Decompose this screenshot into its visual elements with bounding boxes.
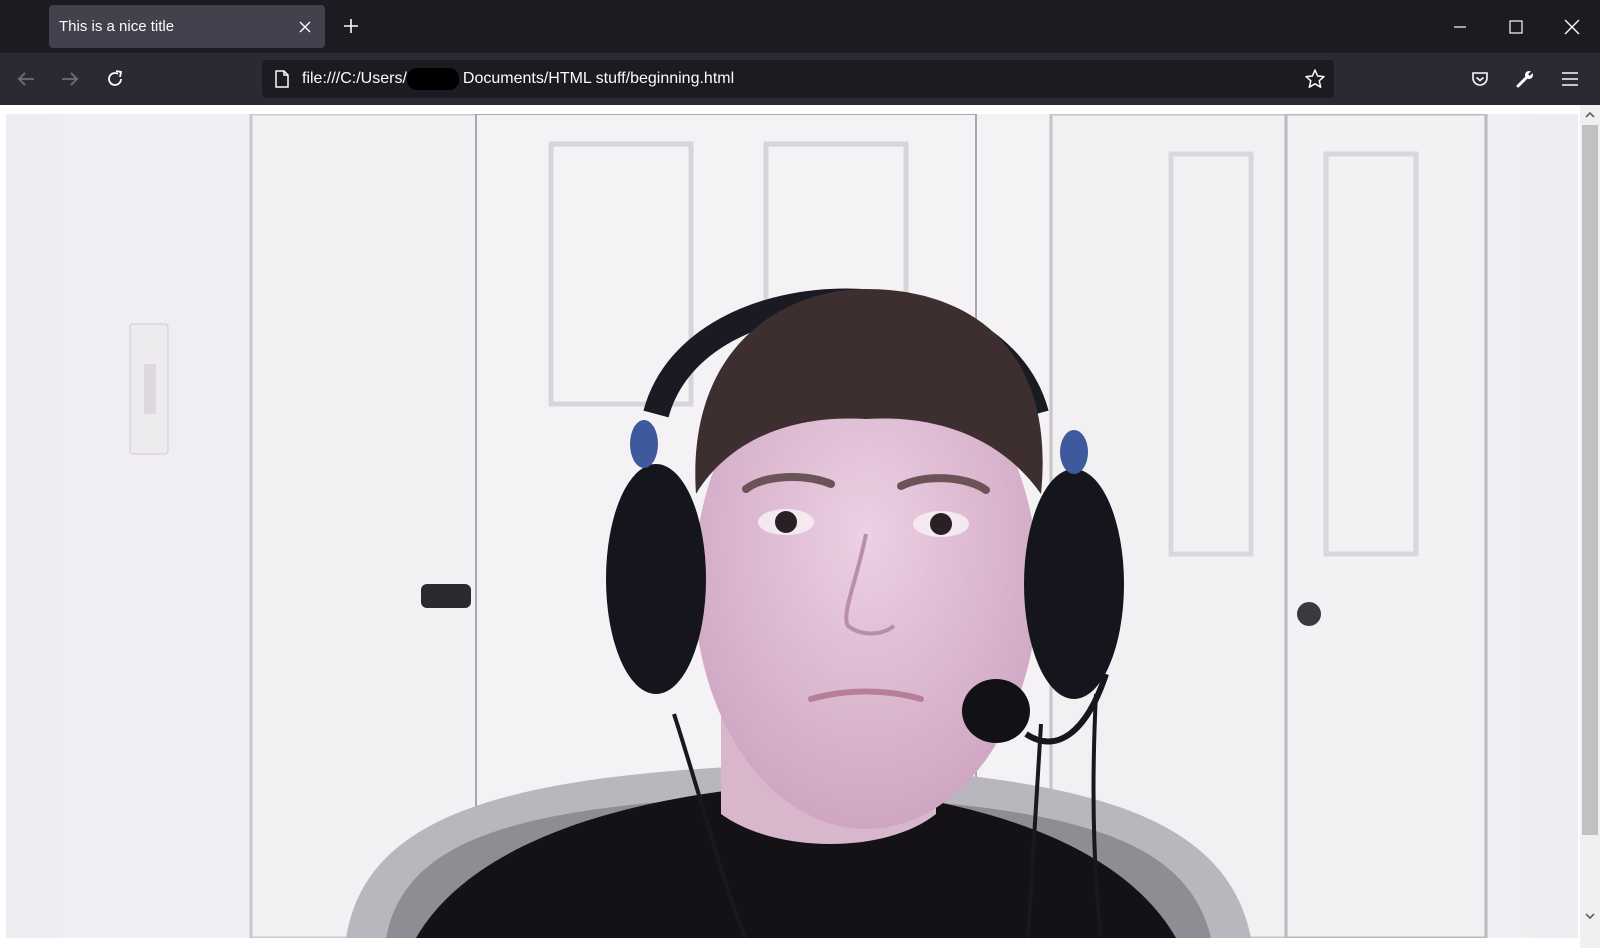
tools-button[interactable]: [1508, 62, 1542, 96]
wrench-icon: [1516, 70, 1534, 88]
back-button[interactable]: [9, 62, 43, 96]
navigation-toolbar: file:///C:/Users/ Documents/HTML stuff/b…: [0, 53, 1600, 105]
app-menu-button[interactable]: [1553, 62, 1587, 96]
page-content: [0, 105, 1600, 948]
back-arrow-icon: [17, 72, 34, 86]
plus-icon: [344, 19, 358, 33]
scroll-up-icon[interactable]: [1584, 109, 1596, 121]
reload-button[interactable]: [98, 62, 132, 96]
url-prefix: file:///C:/Users/: [302, 70, 407, 87]
pocket-icon: [1472, 72, 1488, 86]
forward-arrow-icon: [62, 72, 79, 86]
address-bar[interactable]: file:///C:/Users/ Documents/HTML stuff/b…: [262, 60, 1334, 98]
url-text: file:///C:/Users/ Documents/HTML stuff/b…: [302, 68, 734, 90]
star-icon: [1305, 69, 1325, 88]
forward-button[interactable]: [53, 62, 87, 96]
tab-active[interactable]: This is a nice title: [49, 5, 325, 48]
vertical-scrollbar[interactable]: [1580, 105, 1600, 948]
tab-title: This is a nice title: [59, 18, 175, 35]
maximize-icon: [1509, 19, 1523, 34]
webcam-photo: [6, 114, 1578, 938]
minimize-button[interactable]: [1432, 0, 1488, 53]
reload-icon: [108, 70, 123, 86]
new-tab-button[interactable]: [336, 11, 366, 41]
page-icon: [266, 70, 298, 88]
close-window-button[interactable]: [1544, 0, 1600, 53]
bookmark-star-button[interactable]: [1304, 68, 1326, 95]
scrollbar-thumb[interactable]: [1582, 125, 1598, 835]
minimize-icon: [1454, 25, 1466, 28]
scroll-down-icon[interactable]: [1584, 910, 1596, 922]
hamburger-menu-icon: [1562, 72, 1578, 86]
close-tab-icon[interactable]: [291, 13, 319, 41]
redaction-mark: [406, 68, 459, 90]
close-window-icon: [1564, 19, 1580, 34]
pocket-button[interactable]: [1463, 62, 1497, 96]
url-suffix: Documents/HTML stuff/beginning.html: [462, 70, 735, 87]
maximize-button[interactable]: [1488, 0, 1544, 53]
portrait-image: [6, 114, 1578, 938]
tab-strip: This is a nice title: [0, 0, 1600, 53]
